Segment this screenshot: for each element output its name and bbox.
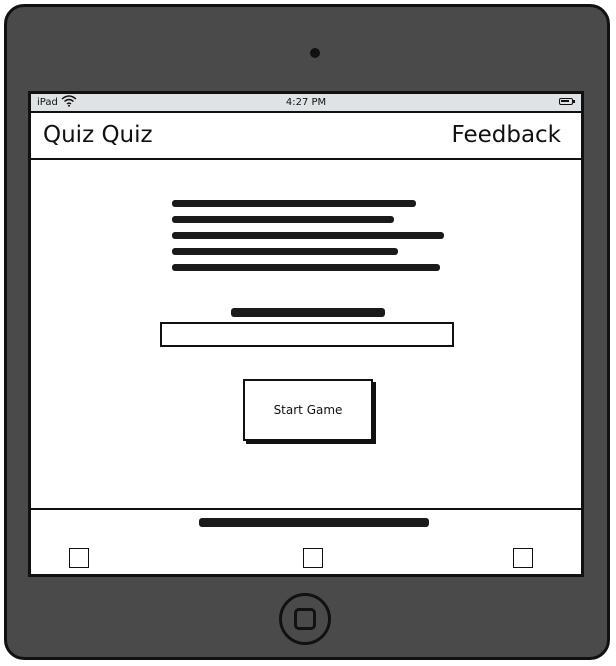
nav-bar: Quiz Quiz Feedback xyxy=(31,115,581,160)
feedback-link[interactable]: Feedback xyxy=(451,122,561,148)
scribble-line xyxy=(172,264,440,271)
footer-label-scribble xyxy=(199,518,429,528)
scribble-line xyxy=(172,200,416,207)
footer-bar xyxy=(31,508,581,574)
scribble-line xyxy=(199,518,429,527)
camera-icon xyxy=(310,48,320,58)
scribble-line xyxy=(172,232,444,239)
battery-icon xyxy=(559,98,575,105)
app-title: Quiz Quiz xyxy=(43,122,153,148)
input-label-scribble xyxy=(231,308,385,318)
scribble-line xyxy=(231,308,385,317)
checkbox-center[interactable] xyxy=(303,548,323,568)
placeholder-paragraph xyxy=(171,200,446,280)
scribble-line xyxy=(172,216,394,223)
home-square-icon xyxy=(294,608,316,630)
checkbox-right[interactable] xyxy=(513,548,533,568)
checkbox-left[interactable] xyxy=(69,548,89,568)
main-content: Start Game xyxy=(31,160,581,508)
status-time: 4:27 PM xyxy=(285,97,327,108)
status-bar: iPad 4:27 PM xyxy=(31,94,581,113)
home-button[interactable] xyxy=(279,593,331,645)
scribble-line xyxy=(172,248,398,255)
tablet-screen: iPad 4:27 PM Quiz Quiz Feedback Start Ga… xyxy=(28,91,584,577)
name-input[interactable] xyxy=(160,322,454,347)
start-game-button[interactable]: Start Game xyxy=(243,379,373,441)
